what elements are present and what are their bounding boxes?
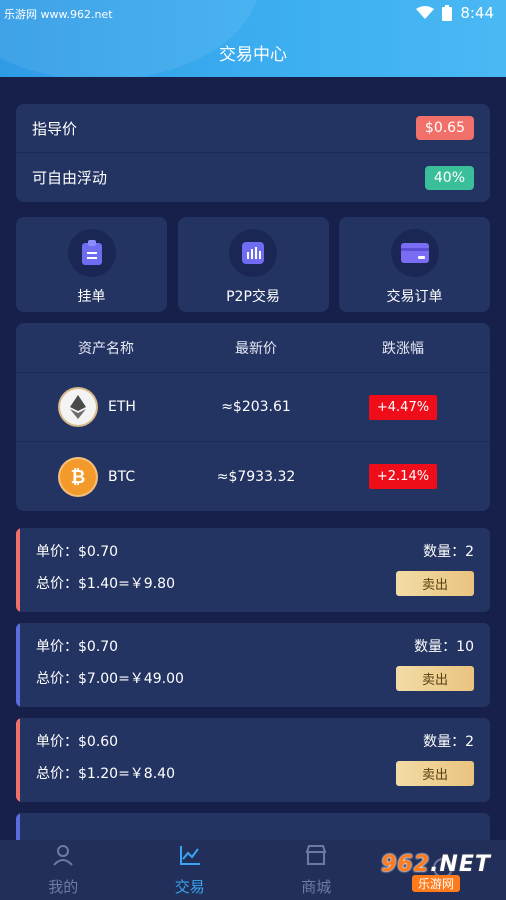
header-change: 跌涨幅	[382, 340, 424, 357]
asset-row-btc[interactable]: ₿ BTC ≈$7933.32 +2.14%	[16, 442, 490, 511]
user-icon	[52, 844, 74, 870]
guide-price-row: 指导价 $0.65	[16, 104, 490, 153]
nav-item-mine[interactable]: 我的	[0, 840, 127, 900]
order-card: 单价：$0.70 总价：$1.40=￥9.80 数量：2 卖出	[16, 528, 490, 612]
asset-row-eth[interactable]: ETH ≈$203.61 +4.47%	[16, 373, 490, 442]
status-right: 8:44	[416, 4, 494, 22]
asset-change-cell: +4.47%	[316, 394, 490, 420]
order-card: 单价：$0.60 总价：$1.20=￥8.40 数量：2 卖出	[16, 718, 490, 802]
asset-name-cell: ₿ BTC	[16, 458, 196, 495]
order-total-price: 总价：$7.00=￥49.00	[36, 671, 184, 687]
watermark-number: 962.NET	[381, 852, 491, 877]
status-bar: 乐游网 www.962.net 8:44	[0, 0, 506, 28]
asset-symbol: BTC	[108, 468, 136, 485]
sell-button[interactable]: 卖出	[396, 666, 474, 691]
action-trade-orders-label: 交易订单	[386, 289, 443, 305]
site-watermark-badge: 962.NET 乐游网	[372, 846, 500, 898]
action-place-order-label: 挂单	[77, 289, 106, 305]
change-badge: +2.14%	[368, 464, 438, 489]
order-accent-bar	[16, 623, 20, 707]
order-total-price: 总价：$1.40=￥9.80	[36, 576, 175, 592]
float-value: 40%	[424, 165, 474, 190]
nav-label: 交易	[174, 877, 205, 896]
float-row: 可自由浮动 40%	[16, 153, 490, 202]
order-card-partial	[16, 813, 490, 840]
nav-label: 商城	[301, 877, 332, 896]
action-place-order[interactable]: 挂单	[16, 217, 167, 312]
order-accent-bar	[16, 528, 20, 612]
nav-item-shop[interactable]: 商城	[253, 840, 380, 900]
svg-text:₿: ₿	[71, 467, 86, 488]
bar-chart-icon	[229, 229, 277, 277]
action-trade-orders[interactable]: 交易订单	[339, 217, 490, 312]
sell-button[interactable]: 卖出	[396, 761, 474, 786]
page-title: 交易中心	[219, 45, 287, 65]
header: 乐游网 www.962.net 8:44 交易中心	[0, 0, 506, 77]
btc-icon: ₿	[60, 458, 96, 495]
header-asset-name: 资产名称	[78, 340, 134, 357]
clipboard-icon	[67, 229, 116, 277]
order-unit-price: 单价：$0.60	[36, 734, 119, 750]
battery-icon	[442, 5, 453, 21]
status-watermark: 乐游网 www.962.net	[4, 8, 113, 21]
guide-price-card: 指导价 $0.65 可自由浮动 40%	[16, 104, 490, 202]
guide-price-value: $0.65	[415, 116, 474, 140]
watermark-text: 乐游网	[411, 875, 460, 892]
asset-name-cell: ETH	[16, 389, 196, 425]
order-accent-bar	[16, 813, 20, 840]
wifi-icon	[416, 6, 435, 20]
eth-icon	[60, 389, 96, 425]
sell-button[interactable]: 卖出	[396, 571, 474, 596]
asset-price: ≈$203.61	[221, 399, 291, 415]
asset-change-cell: +2.14%	[316, 464, 490, 489]
asset-price: ≈$7933.32	[216, 468, 296, 485]
guide-price-label: 指导价	[32, 119, 78, 138]
card-icon	[390, 229, 439, 277]
chart-icon	[179, 844, 201, 870]
asset-table-header: 资产名称 最新价 跌涨幅	[16, 323, 490, 373]
main-content: 指导价 $0.65 可自由浮动 40% 挂单 P2P交易 交易订单 资产名称 最…	[0, 77, 506, 840]
action-p2p[interactable]: P2P交易	[177, 217, 329, 312]
asset-symbol: ETH	[108, 399, 136, 415]
order-unit-price: 单价：$0.70	[36, 544, 119, 560]
change-badge: +4.47%	[368, 394, 438, 420]
order-card: 单价：$0.70 总价：$7.00=￥49.00 数量：10 卖出	[16, 623, 490, 707]
nav-label: 我的	[48, 877, 79, 896]
order-total-price: 总价：$1.20=￥8.40	[36, 766, 175, 782]
order-quantity: 数量：2	[423, 544, 474, 560]
float-label: 可自由浮动	[32, 169, 108, 187]
status-time: 8:44	[460, 4, 494, 22]
quick-actions: 挂单 P2P交易 交易订单	[16, 217, 490, 312]
asset-table: 资产名称 最新价 跌涨幅 ETH ≈$203.61 +4.47% ₿ BTC ≈…	[16, 323, 490, 511]
nav-item-trade[interactable]: 交易	[127, 840, 254, 900]
order-accent-bar	[16, 718, 20, 802]
shop-icon	[305, 844, 327, 870]
order-quantity: 数量：2	[423, 734, 474, 750]
header-latest-price: 最新价	[235, 340, 277, 357]
action-p2p-label: P2P交易	[226, 289, 280, 305]
order-unit-price: 单价：$0.70	[36, 639, 119, 655]
order-quantity: 数量：10	[414, 639, 474, 655]
